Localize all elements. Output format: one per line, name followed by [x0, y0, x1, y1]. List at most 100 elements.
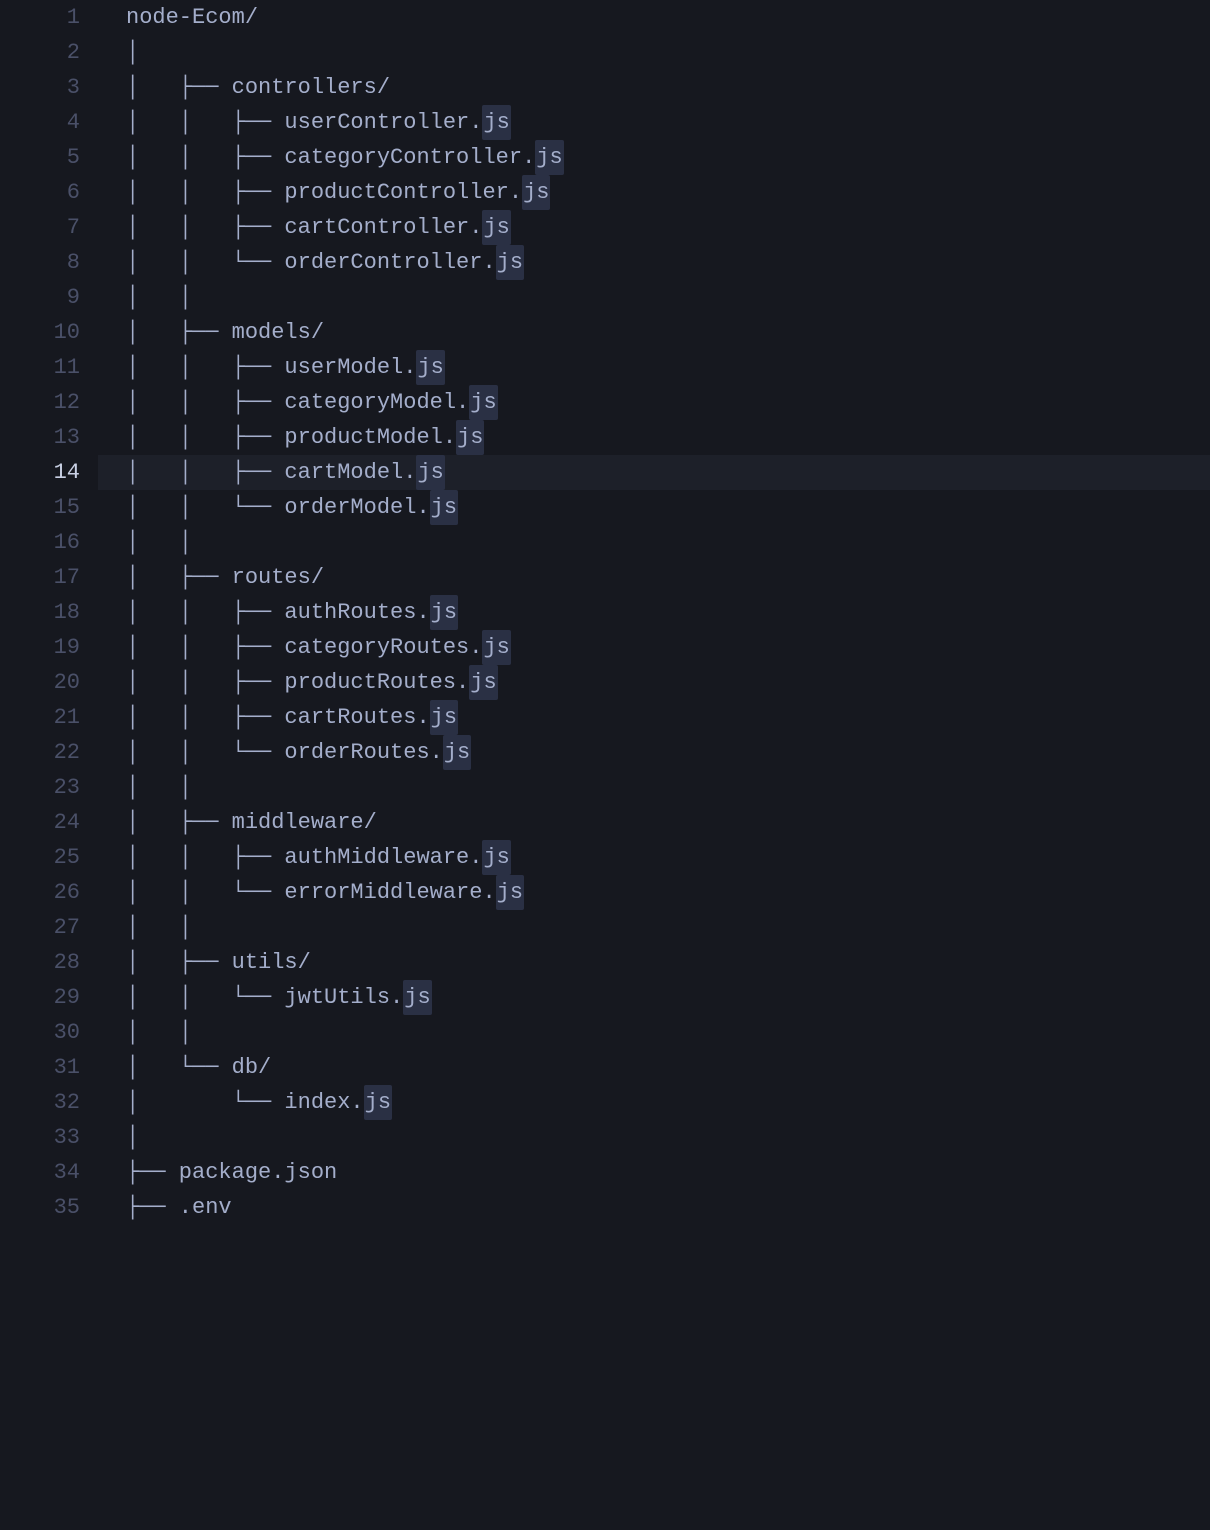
code-line[interactable]: │ │ ├── authMiddleware.js — [126, 840, 1210, 875]
code-text: │ — [126, 35, 139, 70]
line-number: 23 — [0, 770, 80, 805]
code-text: │ │ ├── categoryRoutes. — [126, 630, 482, 665]
line-number: 10 — [0, 315, 80, 350]
line-number: 16 — [0, 525, 80, 560]
highlighted-text: js — [522, 175, 550, 210]
code-line[interactable]: │ │ ├── categoryModel.js — [126, 385, 1210, 420]
line-number: 4 — [0, 105, 80, 140]
code-line[interactable]: │ │ ├── categoryController.js — [126, 140, 1210, 175]
code-line[interactable]: │ │ ├── cartRoutes.js — [126, 700, 1210, 735]
code-line[interactable]: │ │ — [126, 770, 1210, 805]
code-text: │ │ ├── categoryModel. — [126, 385, 469, 420]
code-line[interactable]: │ ├── controllers/ — [126, 70, 1210, 105]
code-line[interactable]: ├── package.json — [126, 1155, 1210, 1190]
line-number: 15 — [0, 490, 80, 525]
code-line[interactable]: │ │ — [126, 280, 1210, 315]
code-line[interactable]: │ │ ├── cartModel.js — [98, 455, 1210, 490]
code-line[interactable]: │ │ ├── authRoutes.js — [126, 595, 1210, 630]
highlighted-text: js — [469, 665, 497, 700]
code-line[interactable]: │ ├── routes/ — [126, 560, 1210, 595]
code-text: │ │ ├── authMiddleware. — [126, 840, 482, 875]
code-line[interactable]: │ │ └── orderModel.js — [126, 490, 1210, 525]
code-text: ├── package.json — [126, 1155, 337, 1190]
code-text: │ │ ├── userController. — [126, 105, 482, 140]
code-editor[interactable]: 1234567891011121314151617181920212223242… — [0, 0, 1210, 1530]
code-line[interactable]: │ │ └── errorMiddleware.js — [126, 875, 1210, 910]
code-text: │ │ — [126, 280, 192, 315]
highlighted-text: js — [482, 105, 510, 140]
code-line[interactable]: │ │ └── orderController.js — [126, 245, 1210, 280]
line-number: 2 — [0, 35, 80, 70]
highlighted-text: js — [482, 630, 510, 665]
code-line[interactable]: │ │ └── orderRoutes.js — [126, 735, 1210, 770]
highlighted-text: js — [430, 595, 458, 630]
code-line[interactable]: │ ├── utils/ — [126, 945, 1210, 980]
code-text: │ │ ├── productController. — [126, 175, 522, 210]
code-text: │ │ └── errorMiddleware. — [126, 875, 496, 910]
code-line[interactable]: │ │ ├── userController.js — [126, 105, 1210, 140]
code-line[interactable]: ├── .env — [126, 1190, 1210, 1225]
code-text: │ ├── controllers/ — [126, 70, 390, 105]
code-line[interactable]: │ │ ├── categoryRoutes.js — [126, 630, 1210, 665]
code-text: │ └── db/ — [126, 1050, 271, 1085]
code-line[interactable]: │ — [126, 1120, 1210, 1155]
line-number-gutter: 1234567891011121314151617181920212223242… — [0, 0, 98, 1530]
code-text: │ │ — [126, 1015, 192, 1050]
line-number: 29 — [0, 980, 80, 1015]
code-text: │ │ └── orderRoutes. — [126, 735, 443, 770]
code-line[interactable]: │ ├── middleware/ — [126, 805, 1210, 840]
code-text: │ │ — [126, 525, 192, 560]
highlighted-text: js — [430, 700, 458, 735]
code-line[interactable]: │ │ ├── productController.js — [126, 175, 1210, 210]
code-line[interactable]: │ │ ├── cartController.js — [126, 210, 1210, 245]
code-line[interactable]: │ │ — [126, 910, 1210, 945]
highlighted-text: js — [482, 840, 510, 875]
code-line[interactable]: node-Ecom/ — [126, 0, 1210, 35]
line-number: 20 — [0, 665, 80, 700]
line-number: 33 — [0, 1120, 80, 1155]
code-text: │ ├── middleware/ — [126, 805, 377, 840]
code-line[interactable]: │ │ ├── productModel.js — [126, 420, 1210, 455]
highlighted-text: js — [403, 980, 431, 1015]
code-text: │ — [126, 1120, 139, 1155]
highlighted-text: js — [482, 210, 510, 245]
line-number: 11 — [0, 350, 80, 385]
line-number: 17 — [0, 560, 80, 595]
line-number: 13 — [0, 420, 80, 455]
line-number: 7 — [0, 210, 80, 245]
highlighted-text: js — [496, 245, 524, 280]
highlighted-text: js — [443, 735, 471, 770]
line-number: 28 — [0, 945, 80, 980]
line-number: 9 — [0, 280, 80, 315]
highlighted-text: js — [416, 350, 444, 385]
line-number: 6 — [0, 175, 80, 210]
code-text: │ │ ├── productModel. — [126, 420, 456, 455]
line-number: 22 — [0, 735, 80, 770]
code-line[interactable]: │ │ ├── userModel.js — [126, 350, 1210, 385]
highlighted-text: js — [469, 385, 497, 420]
line-number: 18 — [0, 595, 80, 630]
code-line[interactable]: │ │ — [126, 525, 1210, 560]
code-area[interactable]: node-Ecom/││ ├── controllers/│ │ ├── use… — [98, 0, 1210, 1530]
code-text: │ │ ├── authRoutes. — [126, 595, 430, 630]
line-number: 21 — [0, 700, 80, 735]
line-number: 24 — [0, 805, 80, 840]
line-number: 27 — [0, 910, 80, 945]
code-line[interactable]: │ │ ├── productRoutes.js — [126, 665, 1210, 700]
code-line[interactable]: │ └── db/ — [126, 1050, 1210, 1085]
code-line[interactable]: │ │ └── jwtUtils.js — [126, 980, 1210, 1015]
code-line[interactable]: │ ├── models/ — [126, 315, 1210, 350]
code-line[interactable]: │ └── index.js — [126, 1085, 1210, 1120]
highlighted-text: js — [535, 140, 563, 175]
highlighted-text: js — [364, 1085, 392, 1120]
code-line[interactable]: │ │ — [126, 1015, 1210, 1050]
code-text: │ │ ├── cartRoutes. — [126, 700, 430, 735]
line-number: 31 — [0, 1050, 80, 1085]
line-number: 25 — [0, 840, 80, 875]
line-number: 34 — [0, 1155, 80, 1190]
code-line[interactable]: │ — [126, 35, 1210, 70]
code-text: │ │ └── jwtUtils. — [126, 980, 403, 1015]
code-text: ├── .env — [126, 1190, 232, 1225]
line-number: 14 — [0, 455, 80, 490]
code-text: │ │ └── orderController. — [126, 245, 496, 280]
